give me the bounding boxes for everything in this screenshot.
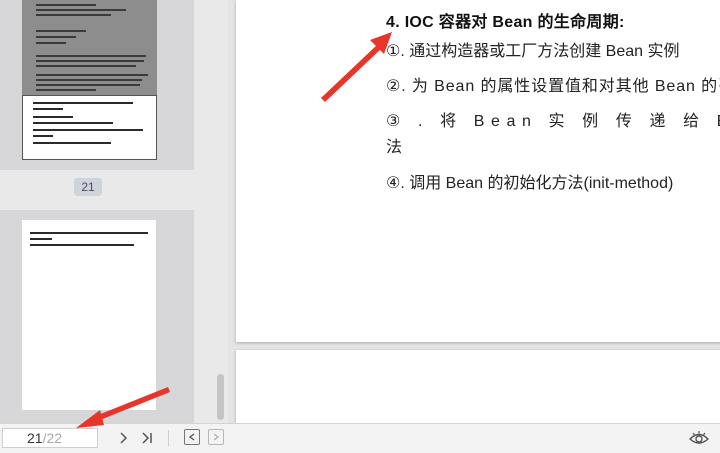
bottom-toolbar: 21/22: [0, 423, 720, 453]
current-page-number: 21: [27, 430, 43, 446]
paragraph-3: ③ . 将 Bean 实 例 传 递 给 Bean 后 置 处: [386, 113, 720, 130]
thumbnail-page-22-preview: [22, 220, 156, 410]
document-viewer: 4. IOC 容器对 Bean 的生命周期: ①. 通过构造器或工厂方法创建 B…: [228, 0, 720, 423]
toolbar-divider: [168, 430, 169, 446]
sidebar-scrollbar[interactable]: [217, 374, 224, 420]
forward-view-icon[interactable]: [208, 429, 224, 445]
thumbnail-page-22[interactable]: [0, 210, 194, 423]
paragraph-2: ②. 为 Bean 的属性设置值和对其他 Bean 的引用: [386, 78, 720, 95]
document-page: 4. IOC 容器对 Bean 的生命周期: ①. 通过构造器或工厂方法创建 B…: [236, 0, 720, 342]
thumbnail-page-upper: [22, 0, 157, 95]
paragraph-1: ①. 通过构造器或工厂方法创建 Bean 实例: [386, 43, 680, 60]
last-page-icon[interactable]: [138, 429, 156, 447]
back-view-icon[interactable]: [184, 429, 200, 445]
next-document-page: [236, 350, 720, 423]
thumbnail-page-21[interactable]: [0, 0, 194, 170]
total-pages: /22: [42, 430, 63, 446]
page-number-input[interactable]: 21/22: [2, 428, 98, 448]
paragraph-3-continued: 法: [386, 139, 403, 156]
thumbnail-sidebar: 21: [0, 0, 228, 423]
eye-icon[interactable]: [688, 428, 710, 446]
chevron-right-icon[interactable]: [114, 429, 132, 447]
thumbnail-page-number: 21: [74, 178, 102, 196]
thumbnail-page-lower: [22, 95, 157, 160]
paragraph-4: ④. 调用 Bean 的初始化方法(init-method): [386, 175, 674, 192]
section-heading: 4. IOC 容器对 Bean 的生命周期:: [386, 14, 625, 31]
